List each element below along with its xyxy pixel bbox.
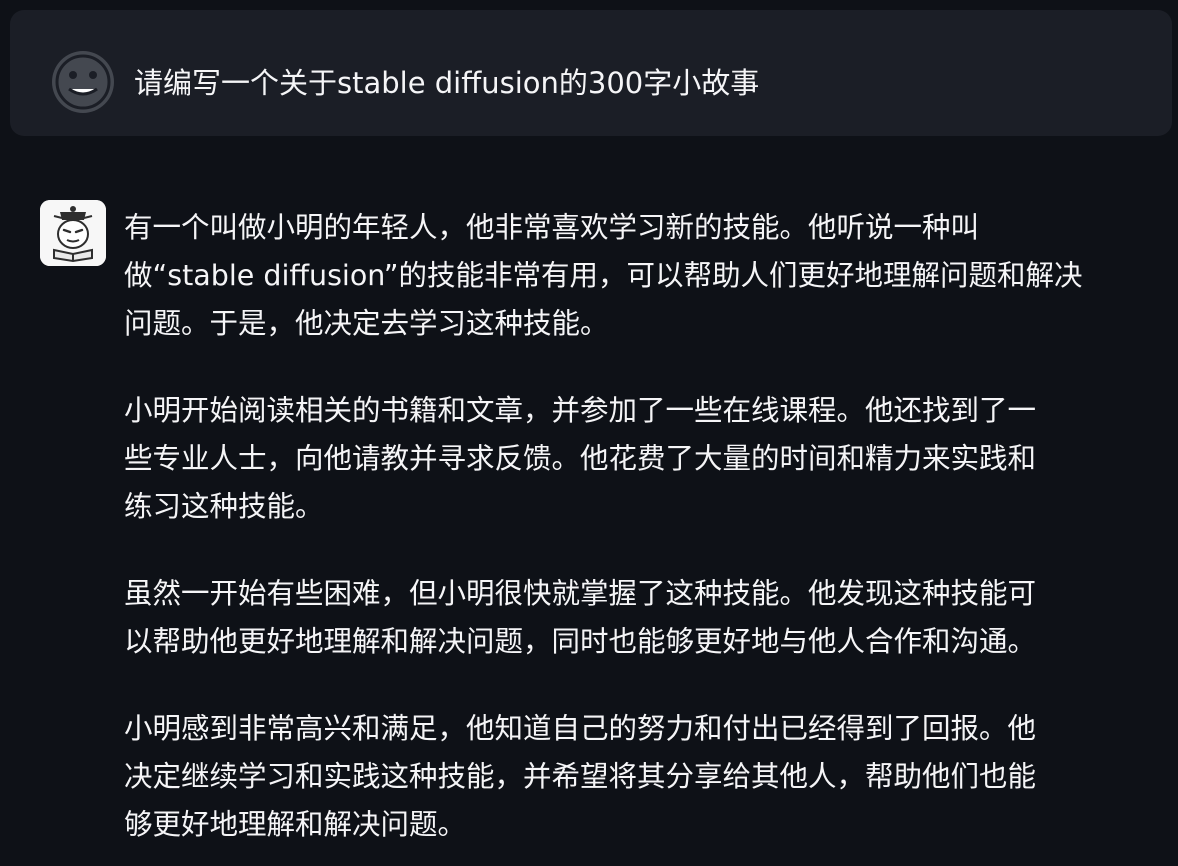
text-line: 练习这种技能。: [124, 490, 324, 523]
neutral-face-icon: [50, 49, 116, 115]
text-line: 有一个叫做小明的年轻人，他非常喜欢学习新的技能。他听说一种叫: [124, 211, 980, 244]
text-line: 小明开始阅读相关的书籍和文章，并参加了一些在线课程。他还找到了一: [124, 394, 1037, 427]
chat-page: 请编写一个关于stable diffusion的300字小故事 有一个叫做小明的…: [0, 0, 1178, 866]
text-line: 做“stable diffusion”的技能非常有用，可以帮助人们更好地理解问题…: [124, 259, 1083, 292]
text-line: 些专业人士，向他请教并寻求反馈。他花费了大量的时间和精力来实践和: [124, 442, 1037, 475]
assistant-paragraph-1: 有一个叫做小明的年轻人，他非常喜欢学习新的技能。他听说一种叫 做“stable …: [124, 204, 1164, 348]
user-message-text: 请编写一个关于stable diffusion的300字小故事: [134, 66, 760, 100]
text-line: 小明感到非常高兴和满足，他知道自己的努力和付出已经得到了回报。他: [124, 712, 1037, 745]
text-line: 够更好地理解和解决问题。: [124, 808, 467, 841]
assistant-paragraph-4: 小明感到非常高兴和满足，他知道自己的努力和付出已经得到了回报。他 决定继续学习和…: [124, 705, 1164, 849]
text-line: 问题。于是，他决定去学习这种技能。: [124, 307, 609, 340]
robot-scholar-icon: [40, 200, 106, 266]
text-line: 虽然一开始有些困难，但小明很快就掌握了这种技能。他发现这种技能可: [124, 577, 1037, 610]
assistant-paragraph-2: 小明开始阅读相关的书籍和文章，并参加了一些在线课程。他还找到了一 些专业人士，向…: [124, 387, 1164, 531]
assistant-paragraph-3: 虽然一开始有些困难，但小明很快就掌握了这种技能。他发现这种技能可 以帮助他更好地…: [124, 570, 1164, 666]
user-message-bubble: 请编写一个关于stable diffusion的300字小故事: [10, 10, 1172, 136]
text-line: 决定继续学习和实践这种技能，并希望将其分享给其他人，帮助他们也能: [124, 760, 1037, 793]
text-line: 以帮助他更好地理解和解决问题，同时也能够更好地与他人合作和沟通。: [124, 625, 1037, 658]
assistant-message-text: 有一个叫做小明的年轻人，他非常喜欢学习新的技能。他听说一种叫 做“stable …: [124, 204, 1164, 849]
